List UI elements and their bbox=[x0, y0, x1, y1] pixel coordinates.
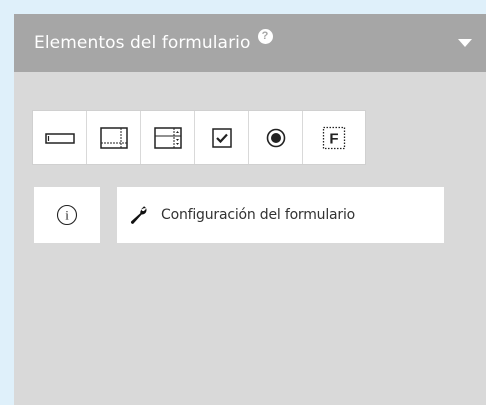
info-button[interactable]: i bbox=[34, 187, 100, 243]
form-settings-label: Configuración del formulario bbox=[161, 207, 356, 223]
info-icon: i bbox=[56, 204, 78, 226]
add-checkbox-button[interactable] bbox=[195, 111, 249, 164]
form-element-toolbar: F bbox=[32, 110, 366, 165]
textarea-icon bbox=[99, 126, 128, 149]
file-field-glyph: F bbox=[329, 130, 338, 147]
add-select-button[interactable] bbox=[141, 111, 195, 164]
text-field-icon bbox=[44, 132, 75, 144]
form-settings-button[interactable]: Configuración del formulario bbox=[117, 187, 444, 243]
add-file-field-button[interactable]: F bbox=[303, 111, 365, 164]
panel-title: Elementos del formulario bbox=[34, 33, 251, 53]
info-glyph: i bbox=[65, 208, 69, 223]
radio-button-icon bbox=[266, 128, 285, 147]
add-radio-button[interactable] bbox=[249, 111, 303, 164]
help-icon[interactable]: ? bbox=[257, 28, 273, 44]
checkbox-icon bbox=[211, 127, 232, 148]
wrench-icon bbox=[130, 206, 147, 224]
caret-down-icon[interactable] bbox=[458, 39, 472, 47]
file-field-icon: F bbox=[322, 126, 346, 149]
panel-header[interactable]: Elementos del formulario ? bbox=[14, 14, 486, 72]
add-text-field-button[interactable] bbox=[33, 111, 87, 164]
select-dropdown-icon bbox=[153, 126, 182, 149]
add-textarea-button[interactable] bbox=[87, 111, 141, 164]
